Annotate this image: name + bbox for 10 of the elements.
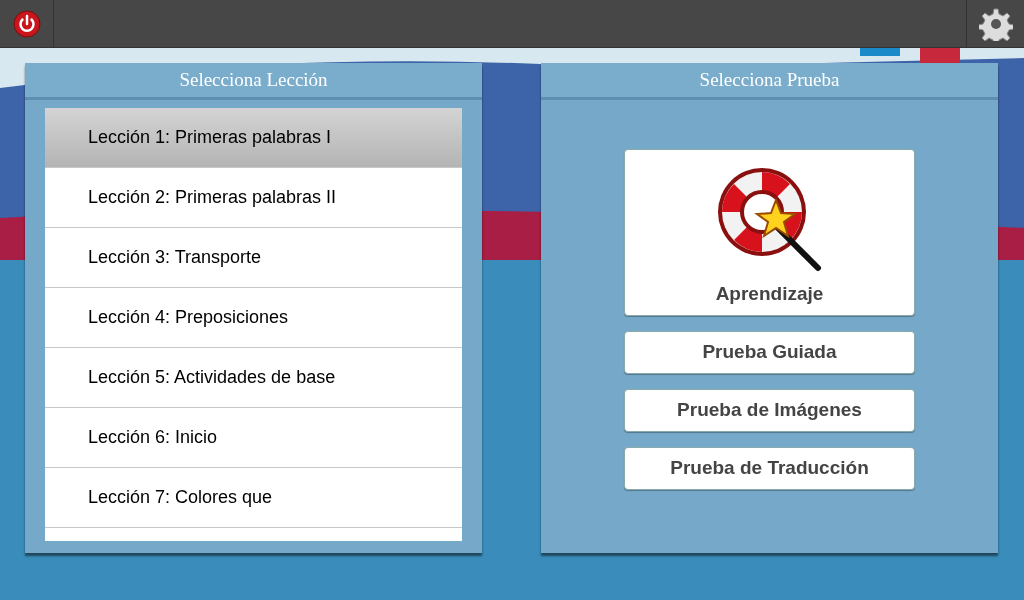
power-icon[interactable] xyxy=(12,9,41,38)
panel-title: Selecciona Prueba xyxy=(541,63,998,100)
test-button[interactable]: Prueba de Imágenes xyxy=(624,389,915,432)
lesson-item[interactable]: Lección 1: Primeras palabras I xyxy=(45,108,462,168)
panel-title: Selecciona Lección xyxy=(25,63,482,100)
button-label: Aprendizaje xyxy=(715,282,824,307)
test-button[interactable]: Prueba Guiada xyxy=(624,331,915,374)
test-button[interactable]: Prueba de Traducción xyxy=(624,447,915,490)
learning-button[interactable]: Aprendizaje xyxy=(624,149,915,316)
settings-icon[interactable] xyxy=(978,6,1013,41)
